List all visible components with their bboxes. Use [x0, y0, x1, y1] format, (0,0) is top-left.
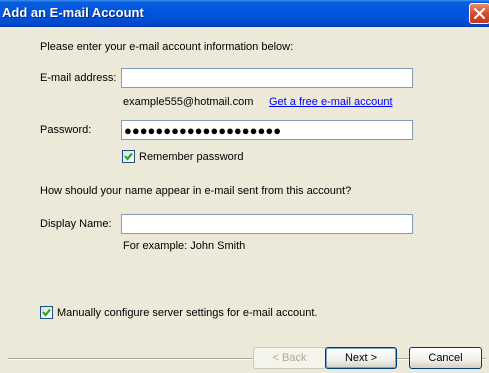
checkmark-icon [124, 152, 133, 161]
title-bar[interactable]: Add an E-mail Account [0, 0, 489, 27]
free-email-link[interactable]: Get a free e-mail account [269, 96, 393, 108]
email-field[interactable] [121, 68, 413, 88]
next-button[interactable]: Next > [325, 347, 397, 369]
cancel-button[interactable]: Cancel [409, 347, 482, 369]
email-label: E-mail address: [40, 72, 117, 84]
password-field[interactable]: ●●●●●●●●●●●●●●●●●●●● [121, 120, 413, 140]
manual-config-checkbox[interactable] [40, 306, 53, 319]
display-name-field[interactable] [121, 214, 413, 234]
display-name-example: For example: John Smith [123, 240, 246, 252]
back-button[interactable]: < Back [253, 347, 326, 369]
display-name-question: How should your name appear in e-mail se… [40, 185, 352, 197]
display-name-label: Display Name: [40, 218, 112, 230]
manual-config-label[interactable]: Manually configure server settings for e… [57, 307, 317, 319]
window-title: Add an E-mail Account [2, 5, 144, 20]
intro-text: Please enter your e-mail account informa… [40, 41, 294, 53]
email-example: example555@hotmail.com [123, 96, 254, 108]
close-icon [474, 8, 485, 19]
dialog-body: Please enter your e-mail account informa… [0, 27, 489, 373]
remember-password-label[interactable]: Remember password [139, 151, 244, 163]
password-label: Password: [40, 124, 92, 136]
close-button[interactable] [469, 3, 489, 24]
checkmark-icon [42, 308, 51, 317]
password-mask: ●●●●●●●●●●●●●●●●●●●● [124, 123, 282, 138]
remember-password-checkbox[interactable] [122, 150, 135, 163]
